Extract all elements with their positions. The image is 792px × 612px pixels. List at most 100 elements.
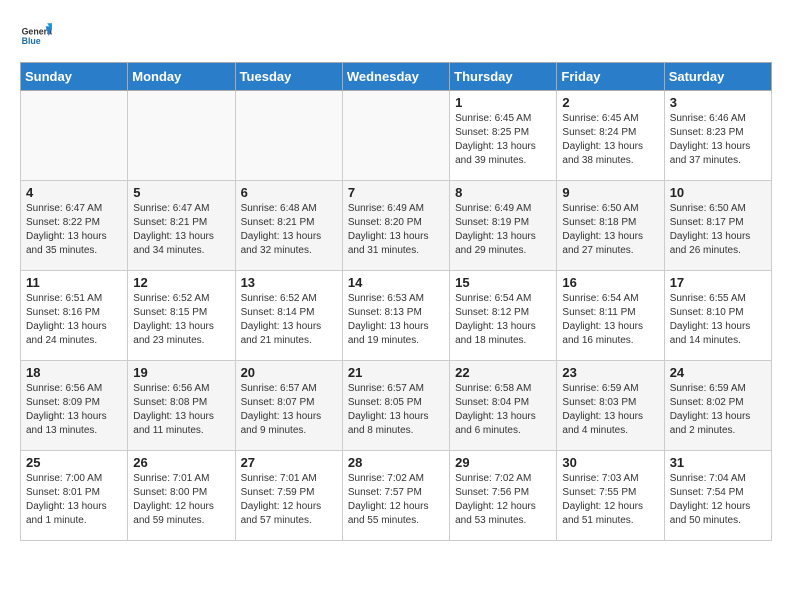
day-info: Sunrise: 6:50 AM Sunset: 8:18 PM Dayligh… (562, 202, 658, 258)
day-info: Sunrise: 6:56 AM Sunset: 8:09 PM Dayligh… (26, 382, 122, 438)
day-info: Sunrise: 6:56 AM Sunset: 8:08 PM Dayligh… (133, 382, 229, 438)
calendar-cell: 25Sunrise: 7:00 AM Sunset: 8:01 PM Dayli… (21, 451, 128, 541)
calendar-cell: 18 Sunrise: 6:56 AM Sunset: 8:09 PM Dayli… (21, 361, 128, 451)
calendar-cell: 10Sunrise: 6:50 AM Sunset: 8:17 PM Dayli… (664, 181, 771, 271)
day-info: Sunrise: 6:52 AM Sunset: 8:15 PM Dayligh… (133, 292, 229, 348)
day-number: 16 (562, 275, 658, 290)
calendar-cell (235, 91, 342, 181)
day-info: Sunrise: 6:59 AM Sunset: 8:03 PM Dayligh… (562, 382, 658, 438)
logo-icon: General Blue (20, 20, 52, 52)
weekday-header-thursday: Thursday (450, 63, 557, 91)
day-info: Sunrise: 6:57 AM Sunset: 8:07 PM Dayligh… (241, 382, 337, 438)
calendar-cell: 31 Sunrise: 7:04 AM Sunset: 7:54 PM Dayli… (664, 451, 771, 541)
svg-text:Blue: Blue (22, 36, 41, 46)
day-number: 3 (670, 95, 766, 110)
day-number: 27 (241, 455, 337, 470)
week-row-3: 18 Sunrise: 6:56 AM Sunset: 8:09 PM Dayli… (21, 361, 772, 451)
day-info: Sunrise: 7:01 AM Sunset: 7:59 PM Dayligh… (241, 472, 337, 528)
week-row-4: 25Sunrise: 7:00 AM Sunset: 8:01 PM Dayli… (21, 451, 772, 541)
calendar-cell (21, 91, 128, 181)
day-info: Sunrise: 6:54 AM Sunset: 8:12 PM Dayligh… (455, 292, 551, 348)
day-info: Sunrise: 6:45 AM Sunset: 8:24 PM Dayligh… (562, 112, 658, 168)
calendar-cell: 17 Sunrise: 6:55 AM Sunset: 8:10 PM Dayli… (664, 271, 771, 361)
day-number: 31 (670, 455, 766, 470)
day-number: 14 (348, 275, 444, 290)
calendar-cell: 4 Sunrise: 6:47 AM Sunset: 8:22 PM Daylig… (21, 181, 128, 271)
calendar-cell: 15 Sunrise: 6:54 AM Sunset: 8:12 PM Dayli… (450, 271, 557, 361)
weekday-header-friday: Friday (557, 63, 664, 91)
day-info: Sunrise: 6:59 AM Sunset: 8:02 PM Dayligh… (670, 382, 766, 438)
day-info: Sunrise: 6:52 AM Sunset: 8:14 PM Dayligh… (241, 292, 337, 348)
day-number: 30 (562, 455, 658, 470)
calendar-cell (342, 91, 449, 181)
day-number: 23 (562, 365, 658, 380)
calendar-body: 1Sunrise: 6:45 AM Sunset: 8:25 PM Daylig… (21, 91, 772, 541)
calendar-cell: 8 Sunrise: 6:49 AM Sunset: 8:19 PM Daylig… (450, 181, 557, 271)
day-info: Sunrise: 6:55 AM Sunset: 8:10 PM Dayligh… (670, 292, 766, 348)
day-number: 25 (26, 455, 122, 470)
weekday-header-sunday: Sunday (21, 63, 128, 91)
day-info: Sunrise: 6:57 AM Sunset: 8:05 PM Dayligh… (348, 382, 444, 438)
day-info: Sunrise: 7:02 AM Sunset: 7:56 PM Dayligh… (455, 472, 551, 528)
day-info: Sunrise: 6:46 AM Sunset: 8:23 PM Dayligh… (670, 112, 766, 168)
weekday-header-monday: Monday (128, 63, 235, 91)
calendar-cell: 5 Sunrise: 6:47 AM Sunset: 8:21 PM Daylig… (128, 181, 235, 271)
calendar-cell: 14Sunrise: 6:53 AM Sunset: 8:13 PM Dayli… (342, 271, 449, 361)
day-info: Sunrise: 6:47 AM Sunset: 8:21 PM Dayligh… (133, 202, 229, 258)
day-info: Sunrise: 6:47 AM Sunset: 8:22 PM Dayligh… (26, 202, 122, 258)
day-number: 13 (241, 275, 337, 290)
day-info: Sunrise: 6:51 AM Sunset: 8:16 PM Dayligh… (26, 292, 122, 348)
calendar-cell: 30 Sunrise: 7:03 AM Sunset: 7:55 PM Dayli… (557, 451, 664, 541)
weekday-header-saturday: Saturday (664, 63, 771, 91)
calendar-cell: 24 Sunrise: 6:59 AM Sunset: 8:02 PM Dayli… (664, 361, 771, 451)
day-number: 21 (348, 365, 444, 380)
day-number: 29 (455, 455, 551, 470)
day-number: 20 (241, 365, 337, 380)
calendar-cell: 22 Sunrise: 6:58 AM Sunset: 8:04 PM Dayli… (450, 361, 557, 451)
calendar-table: SundayMondayTuesdayWednesdayThursdayFrid… (20, 62, 772, 541)
day-number: 9 (562, 185, 658, 200)
day-info: Sunrise: 6:49 AM Sunset: 8:19 PM Dayligh… (455, 202, 551, 258)
calendar-cell: 13 Sunrise: 6:52 AM Sunset: 8:14 PM Dayli… (235, 271, 342, 361)
calendar-cell: 23 Sunrise: 6:59 AM Sunset: 8:03 PM Dayli… (557, 361, 664, 451)
calendar-cell: 2 Sunrise: 6:45 AM Sunset: 8:24 PM Daylig… (557, 91, 664, 181)
calendar-cell: 20 Sunrise: 6:57 AM Sunset: 8:07 PM Dayli… (235, 361, 342, 451)
week-row-0: 1Sunrise: 6:45 AM Sunset: 8:25 PM Daylig… (21, 91, 772, 181)
calendar-cell: 19 Sunrise: 6:56 AM Sunset: 8:08 PM Dayli… (128, 361, 235, 451)
day-number: 4 (26, 185, 122, 200)
week-row-2: 11Sunrise: 6:51 AM Sunset: 8:16 PM Dayli… (21, 271, 772, 361)
calendar-cell: 9 Sunrise: 6:50 AM Sunset: 8:18 PM Daylig… (557, 181, 664, 271)
day-number: 8 (455, 185, 551, 200)
calendar-cell: 7 Sunrise: 6:49 AM Sunset: 8:20 PM Daylig… (342, 181, 449, 271)
weekday-header-row: SundayMondayTuesdayWednesdayThursdayFrid… (21, 63, 772, 91)
day-number: 19 (133, 365, 229, 380)
day-number: 7 (348, 185, 444, 200)
day-number: 17 (670, 275, 766, 290)
day-number: 18 (26, 365, 122, 380)
day-info: Sunrise: 6:50 AM Sunset: 8:17 PM Dayligh… (670, 202, 766, 258)
day-number: 5 (133, 185, 229, 200)
calendar-cell: 3 Sunrise: 6:46 AM Sunset: 8:23 PM Daylig… (664, 91, 771, 181)
weekday-header-wednesday: Wednesday (342, 63, 449, 91)
calendar-cell: 26 Sunrise: 7:01 AM Sunset: 8:00 PM Dayli… (128, 451, 235, 541)
day-number: 12 (133, 275, 229, 290)
page-header: General Blue (20, 20, 772, 52)
calendar-cell: 16 Sunrise: 6:54 AM Sunset: 8:11 PM Dayli… (557, 271, 664, 361)
day-number: 15 (455, 275, 551, 290)
day-number: 28 (348, 455, 444, 470)
day-number: 26 (133, 455, 229, 470)
calendar-cell: 29 Sunrise: 7:02 AM Sunset: 7:56 PM Dayli… (450, 451, 557, 541)
day-number: 22 (455, 365, 551, 380)
day-number: 1 (455, 95, 551, 110)
day-number: 2 (562, 95, 658, 110)
day-info: Sunrise: 6:49 AM Sunset: 8:20 PM Dayligh… (348, 202, 444, 258)
day-info: Sunrise: 7:03 AM Sunset: 7:55 PM Dayligh… (562, 472, 658, 528)
day-number: 24 (670, 365, 766, 380)
week-row-1: 4 Sunrise: 6:47 AM Sunset: 8:22 PM Daylig… (21, 181, 772, 271)
day-info: Sunrise: 6:54 AM Sunset: 8:11 PM Dayligh… (562, 292, 658, 348)
calendar-cell: 12 Sunrise: 6:52 AM Sunset: 8:15 PM Dayli… (128, 271, 235, 361)
day-info: Sunrise: 7:04 AM Sunset: 7:54 PM Dayligh… (670, 472, 766, 528)
day-info: Sunrise: 6:58 AM Sunset: 8:04 PM Dayligh… (455, 382, 551, 438)
day-info: Sunrise: 7:01 AM Sunset: 8:00 PM Dayligh… (133, 472, 229, 528)
calendar-cell: 21 Sunrise: 6:57 AM Sunset: 8:05 PM Dayli… (342, 361, 449, 451)
